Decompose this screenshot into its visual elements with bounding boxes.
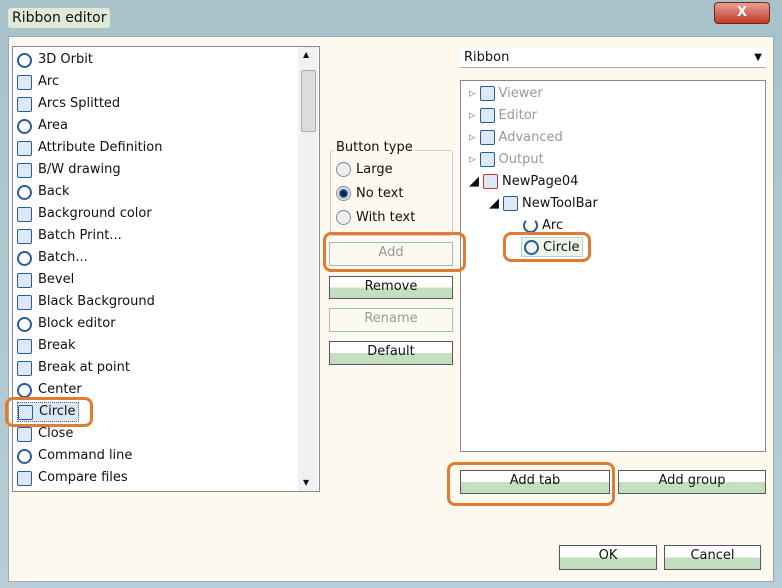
command-item[interactable]: Arcs Splitted [17,94,122,114]
command-item[interactable]: 3D Orbit [17,50,95,70]
command-label: B/W drawing [38,162,121,177]
radio-large[interactable]: Large [336,162,393,177]
command-label: Block editor [38,316,116,331]
ribbon-select[interactable]: Ribbon ▼ [460,48,766,68]
dropdown-arrow-icon[interactable]: ▼ [754,48,762,68]
command-label: Black Background [38,294,155,309]
command-icon [17,272,32,288]
command-label: Background color [38,206,152,221]
command-item[interactable]: Command line [17,446,134,466]
command-item[interactable]: Attribute Definition [17,138,164,158]
command-label: Break [38,338,76,353]
tree-page-viewer[interactable]: ▹ Viewer [469,83,543,103]
command-icon [17,448,32,464]
command-label: Command line [38,448,133,463]
command-item[interactable]: Batch... [17,248,90,268]
command-item[interactable]: Compare files [17,468,130,488]
rename-button[interactable]: Rename [329,308,453,332]
command-label: Compare files [38,470,128,485]
command-label: Attribute Definition [38,140,163,155]
highlight-tree-circle [503,232,591,262]
command-icon [17,426,32,442]
command-icon [17,250,32,266]
remove-button[interactable]: Remove [329,276,453,299]
highlight-add-tab [447,462,615,506]
command-icon [17,118,32,134]
radio-no-text[interactable]: No text [336,186,403,201]
window-title: Ribbon editor [8,8,111,28]
command-label: Arc [38,74,60,89]
command-label: Back [38,184,70,199]
button-type-label: Button type [334,140,415,155]
command-icon [17,382,32,398]
command-item[interactable]: Break at point [17,358,132,378]
command-icon [17,184,32,200]
command-icon [17,162,32,178]
tree-page-output[interactable]: ▹ Output [469,149,544,169]
command-icon [17,74,32,90]
command-icon [17,294,32,310]
command-item[interactable]: Block editor [17,314,118,334]
command-item[interactable]: Background color [17,204,154,224]
tree-toolbar[interactable]: ◢ NewToolBar [489,193,598,213]
command-item[interactable]: Area [17,116,70,136]
command-label: Batch Print... [38,228,122,243]
command-label: Close [38,426,74,441]
command-label: Arcs Splitted [38,96,121,111]
ribbon-tree[interactable]: ▹ Viewer ▹ Editor ▹ Advanced ▹ Output ◢ … [460,80,766,452]
command-item[interactable]: Black Background [17,292,157,312]
command-label: Area [38,118,68,133]
command-icon [17,206,32,222]
command-icon [17,52,32,68]
scroll-thumb[interactable] [301,70,316,132]
scroll-down-icon[interactable]: ▼ [303,478,309,487]
close-button[interactable]: X [714,2,770,24]
command-label: Break at point [38,360,130,375]
command-label: Batch... [38,250,88,265]
command-icon [17,470,32,486]
command-icon [17,316,32,332]
command-item[interactable]: B/W drawing [17,160,123,180]
command-icon [17,338,32,354]
command-icon [17,228,32,244]
highlight-add-button [323,232,466,272]
command-label: 3D Orbit [38,52,93,67]
command-item[interactable]: Close [17,424,75,444]
command-item[interactable]: Back [17,182,72,202]
add-group-button[interactable]: Add group [618,470,766,494]
tree-page-advanced[interactable]: ▹ Advanced [469,127,563,147]
command-icon [17,140,32,156]
command-item[interactable]: Break [17,336,77,356]
highlight-circle-command [5,397,93,427]
default-button[interactable]: Default [329,341,453,365]
scroll-up-icon[interactable]: ▲ [303,50,309,59]
ok-button[interactable]: OK [559,545,657,570]
arc-icon [523,217,538,233]
command-item[interactable]: Bevel [17,270,76,290]
command-item[interactable]: Arc [17,72,61,92]
tree-page-editor[interactable]: ▹ Editor [469,105,537,125]
tree-page-newpage04[interactable]: ◢ NewPage04 [469,171,578,191]
command-icon [17,360,32,376]
command-label: Bevel [38,272,75,287]
command-icon [17,96,32,112]
radio-with-text[interactable]: With text [336,210,415,225]
command-item[interactable]: Batch Print... [17,226,124,246]
cancel-button[interactable]: Cancel [664,545,761,570]
